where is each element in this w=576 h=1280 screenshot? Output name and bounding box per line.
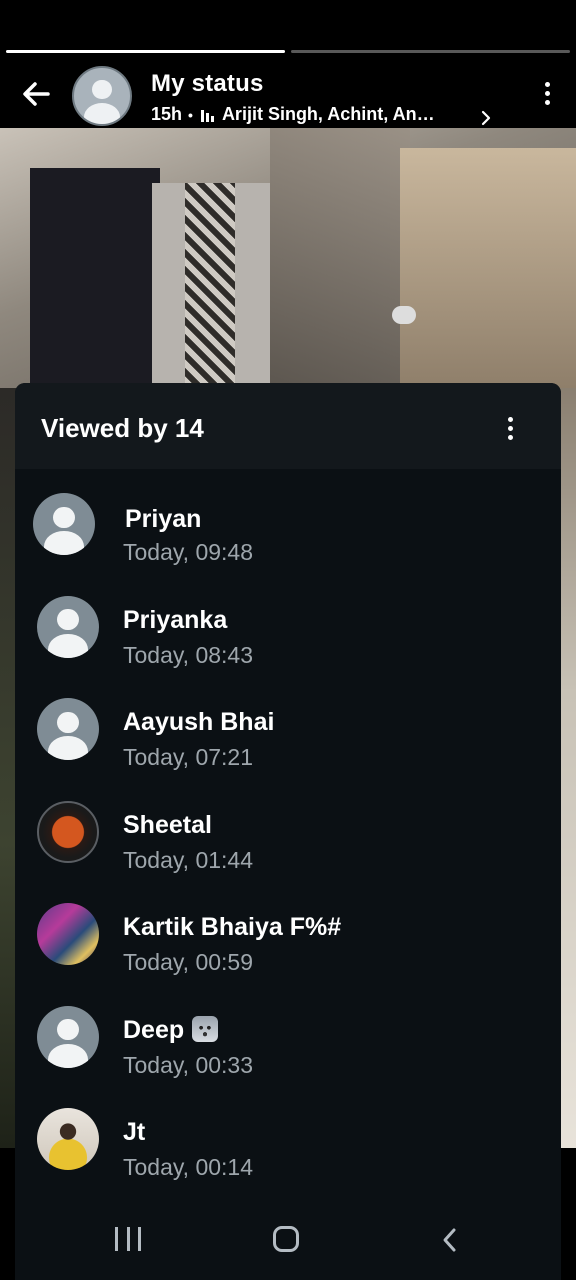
- arrow-left-icon[interactable]: [18, 76, 54, 112]
- default-avatar-icon: [33, 493, 95, 555]
- system-nav-bar: [15, 1204, 561, 1280]
- default-avatar-icon: [37, 1006, 99, 1068]
- viewers-panel: Viewed by 14 Priyan Today, 09:48 Priyank…: [15, 383, 561, 1280]
- viewer-name: Kartik Bhaiya F%#: [123, 913, 342, 941]
- avatar[interactable]: [37, 1005, 99, 1068]
- photo-beam: [270, 128, 410, 388]
- viewers-list: Priyan Today, 09:48 Priyanka Today, 08:4…: [15, 469, 561, 1187]
- more-vertical-icon[interactable]: [505, 417, 515, 445]
- viewer-name-wrapper: Deep: [123, 1015, 219, 1045]
- photo-dark-panel: [30, 168, 160, 388]
- viewer-row[interactable]: Priyan Today, 09:48: [15, 469, 561, 572]
- nav-back-icon[interactable]: [437, 1226, 463, 1254]
- photo-right-edge: [560, 388, 576, 1148]
- avatar[interactable]: [37, 698, 99, 760]
- status-viewer-screen: My status 15h • Arijit Singh, Achint, An…: [0, 0, 576, 1280]
- my-avatar[interactable]: [72, 66, 132, 126]
- chevron-right-icon[interactable]: [478, 108, 494, 128]
- default-avatar-icon: [74, 68, 130, 124]
- viewer-name: Priyanka: [123, 605, 228, 634]
- home-icon[interactable]: [273, 1226, 299, 1252]
- viewer-name: Deep: [123, 1015, 185, 1044]
- photo-left-edge: [0, 388, 16, 1148]
- viewer-time: Today, 01:44: [123, 846, 254, 873]
- viewer-row[interactable]: Kartik Bhaiya F%# Today, 00:59: [15, 879, 561, 982]
- progress-segment-1: [6, 50, 285, 53]
- photo-pattern: [185, 183, 235, 393]
- separator-dot: •: [188, 106, 193, 123]
- photo-wall: [400, 148, 576, 408]
- viewer-name: Priyan: [125, 505, 202, 533]
- status-age: 15h: [151, 104, 183, 124]
- default-avatar-icon: [37, 596, 99, 658]
- status-subtitle[interactable]: 15h • Arijit Singh, Achint, An…: [151, 104, 435, 125]
- viewer-row[interactable]: Priyanka Today, 08:43: [15, 572, 561, 675]
- viewer-name: Aayush Bhai: [123, 708, 275, 736]
- viewer-time: Today, 00:59: [123, 949, 254, 975]
- avatar[interactable]: [33, 493, 95, 555]
- viewer-row[interactable]: Sheetal Today, 01:44: [15, 777, 561, 880]
- viewer-time: Today, 09:48: [123, 539, 254, 565]
- viewers-panel-header: Viewed by 14: [15, 383, 561, 469]
- viewer-name: Jt: [123, 1118, 146, 1146]
- default-avatar-icon: [37, 698, 99, 760]
- viewer-time: Today, 07:21: [123, 744, 254, 770]
- wolf-face-icon: [192, 1015, 219, 1042]
- song-credits: Arijit Singh, Achint, An…: [221, 104, 435, 124]
- avatar[interactable]: [37, 903, 99, 965]
- viewer-time: Today, 00:33: [123, 1051, 254, 1078]
- page-title: My status: [151, 70, 264, 97]
- status-header: My status 15h • Arijit Singh, Achint, An…: [0, 56, 576, 128]
- progress-segment-2: [291, 50, 570, 53]
- audio-bars-icon: [200, 108, 214, 122]
- viewer-row[interactable]: Aayush Bhai Today, 07:21: [15, 674, 561, 777]
- recent-apps-icon[interactable]: [115, 1227, 141, 1253]
- avatar[interactable]: [37, 595, 99, 658]
- viewer-name: Sheetal: [123, 810, 212, 839]
- story-progress: [6, 50, 570, 54]
- viewers-title: Viewed by 14: [41, 413, 204, 443]
- viewer-time: Today, 08:43: [123, 641, 254, 668]
- avatar[interactable]: [37, 1108, 99, 1170]
- avatar[interactable]: [37, 800, 99, 863]
- more-vertical-icon[interactable]: [542, 82, 552, 110]
- viewer-row[interactable]: Deep Today, 00:33: [15, 982, 561, 1085]
- viewer-time: Today, 00:14: [123, 1154, 254, 1180]
- photo-camera: [392, 306, 416, 324]
- viewer-row[interactable]: Jt Today, 00:14: [15, 1084, 561, 1187]
